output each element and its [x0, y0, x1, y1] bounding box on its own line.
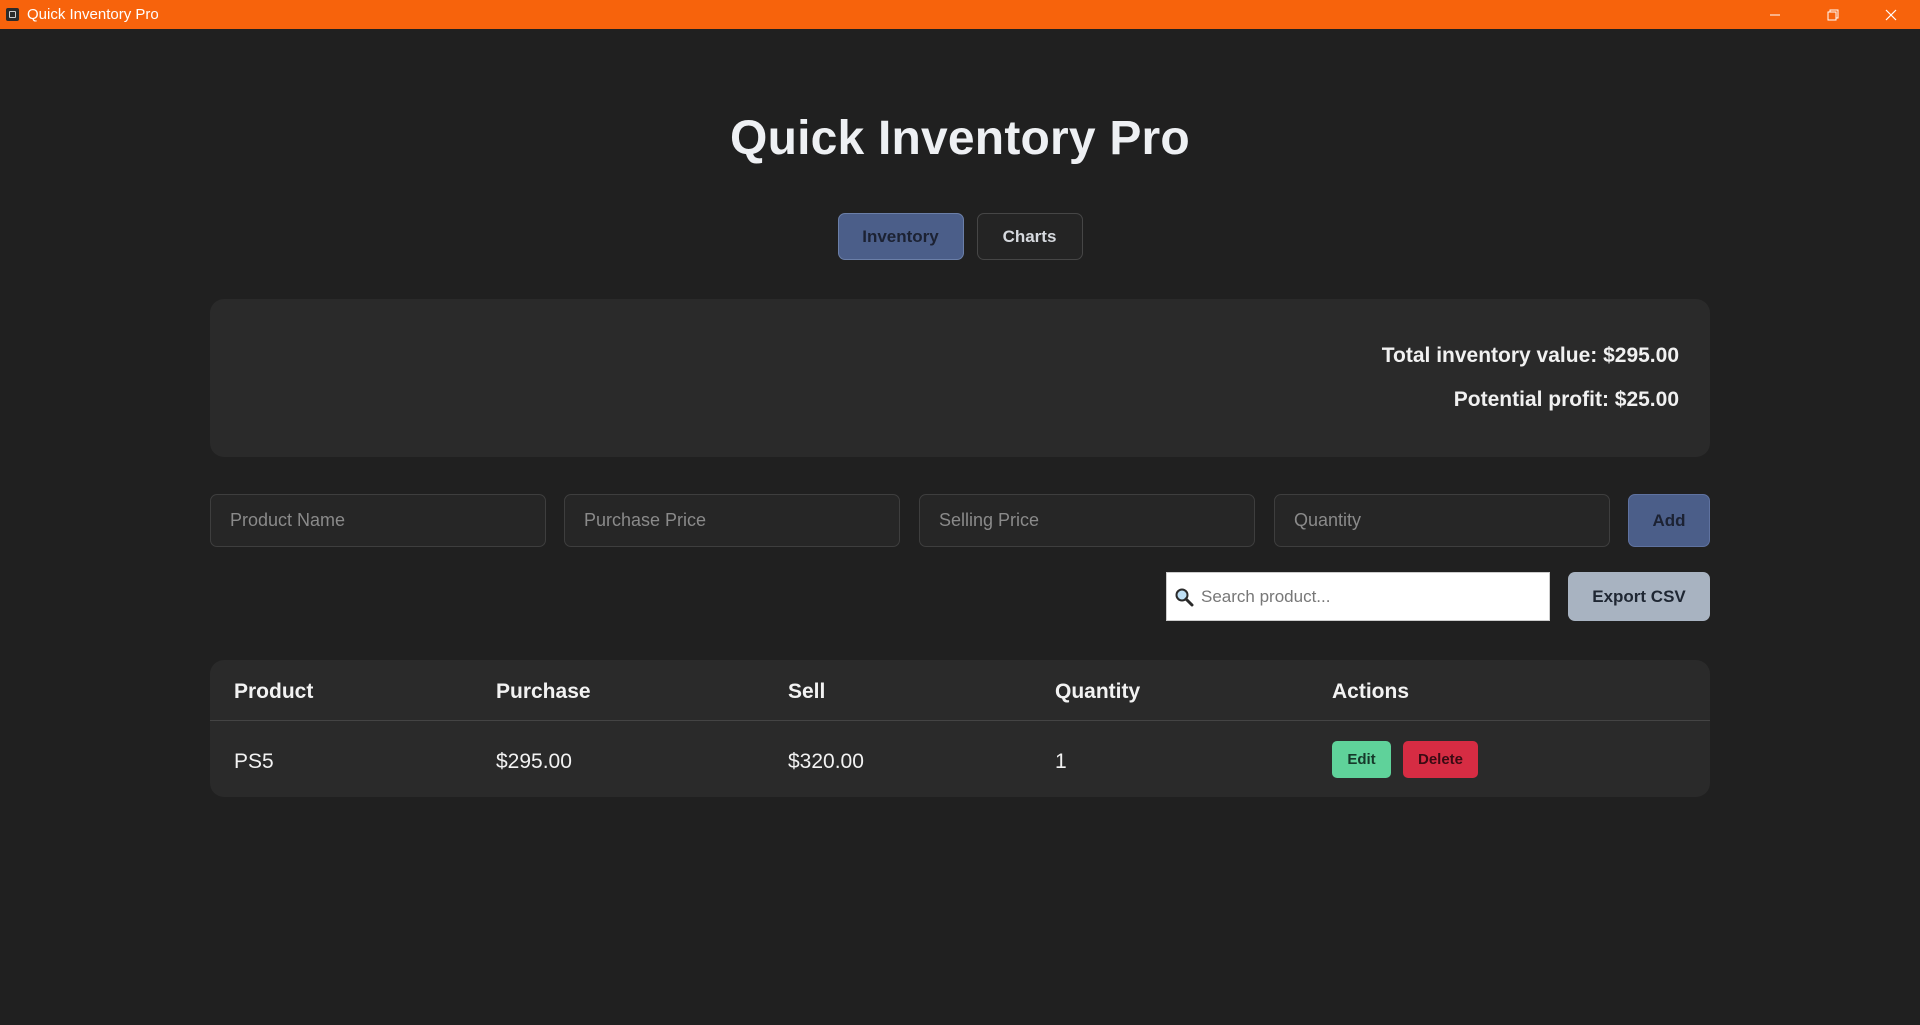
window-title: Quick Inventory Pro [27, 6, 159, 23]
tab-bar: Inventory Charts [0, 213, 1920, 260]
product-name-input[interactable] [210, 494, 546, 547]
quantity-input[interactable] [1274, 494, 1610, 547]
header-purchase: Purchase [496, 680, 591, 703]
page-title: Quick Inventory Pro [730, 112, 1190, 165]
cell-quantity: 1 [1055, 750, 1067, 773]
tab-charts[interactable]: Charts [976, 213, 1083, 260]
app-main: Quick Inventory Pro Inventory Charts Tot… [0, 29, 1920, 1025]
add-button[interactable]: Add [1628, 494, 1710, 547]
add-product-form: Add [210, 494, 1710, 547]
header-sell: Sell [788, 680, 826, 703]
delete-button[interactable]: Delete [1403, 741, 1478, 778]
header-product: Product [234, 680, 314, 703]
close-button[interactable] [1862, 0, 1920, 29]
app-icon [6, 8, 19, 21]
inventory-table: Product Purchase Sell Quantity Actions P… [210, 660, 1710, 797]
total-inventory-value: Total inventory value: $295.00 [1381, 344, 1679, 367]
restore-icon [1827, 9, 1839, 20]
minimize-button[interactable] [1746, 0, 1804, 29]
summary-panel: Total inventory value: $295.00 Potential… [210, 299, 1710, 457]
cell-purchase: $295.00 [496, 750, 572, 773]
search-box [1166, 572, 1550, 621]
table-row: PS5 $295.00 $320.00 1 Edit Delete [210, 722, 1710, 797]
export-csv-button[interactable]: Export CSV [1568, 572, 1710, 621]
edit-button[interactable]: Edit [1332, 741, 1391, 778]
row-actions: Edit Delete [1332, 741, 1478, 778]
selling-price-input[interactable] [919, 494, 1255, 547]
close-icon [1885, 9, 1897, 20]
tab-inventory[interactable]: Inventory [837, 213, 964, 260]
search-input[interactable] [1195, 573, 1549, 620]
purchase-price-input[interactable] [564, 494, 900, 547]
window-controls [1746, 0, 1920, 29]
table-header: Product Purchase Sell Quantity Actions [210, 660, 1710, 721]
minimize-icon [1770, 14, 1780, 15]
window-titlebar: Quick Inventory Pro [0, 0, 1920, 29]
header-quantity: Quantity [1055, 680, 1141, 703]
potential-profit: Potential profit: $25.00 [1453, 388, 1679, 411]
magnifier-icon [1173, 586, 1195, 608]
cell-product: PS5 [234, 750, 274, 773]
header-actions: Actions [1332, 680, 1410, 703]
restore-button[interactable] [1804, 0, 1862, 29]
cell-sell: $320.00 [788, 750, 864, 773]
